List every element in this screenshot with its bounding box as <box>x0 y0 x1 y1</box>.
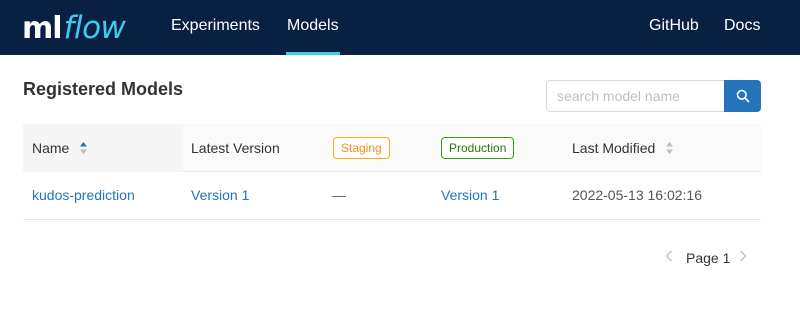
sort-icon[interactable] <box>79 141 88 155</box>
table-header: Name Latest Version Staging Production L… <box>23 124 761 172</box>
page-title: Registered Models <box>23 79 184 99</box>
nav-models-link[interactable]: Models <box>286 0 340 55</box>
nav-docs-link[interactable]: Docs <box>724 0 760 55</box>
production-version-link[interactable]: Version 1 <box>441 172 499 219</box>
last-modified-value: 2022-05-13 16:02:16 <box>572 187 702 203</box>
name-column-header[interactable]: Name <box>32 124 88 172</box>
latest-version-link[interactable]: Version 1 <box>191 172 249 219</box>
previous-page-button[interactable] <box>664 248 674 268</box>
top-navbar: ml flow Experiments Models GitHub Docs <box>0 0 800 55</box>
latest-version-column-header: Latest Version <box>191 140 280 156</box>
chevron-left-icon <box>665 250 672 262</box>
nav-github-link[interactable]: GitHub <box>649 0 699 55</box>
last-modified-header-label: Last Modified <box>572 140 656 156</box>
staging-tag: Staging <box>333 137 390 159</box>
chevron-right-icon <box>740 250 747 262</box>
next-page-button[interactable] <box>738 248 748 268</box>
logo-ml-text: ml <box>22 11 63 46</box>
nav-experiments-link[interactable]: Experiments <box>171 0 260 55</box>
table-row: kudos-prediction Version 1 — Version 1 2… <box>23 172 761 220</box>
registered-models-table: Name Latest Version Staging Production L… <box>23 124 761 220</box>
staging-version-value: — <box>332 187 346 203</box>
sort-icon[interactable] <box>665 141 674 155</box>
logo-flow-text: flow <box>63 10 126 46</box>
name-header-label: Name <box>32 140 70 156</box>
page-indicator: Page 1 <box>686 250 731 266</box>
mlflow-logo[interactable]: ml flow <box>22 8 126 48</box>
production-tag: Production <box>441 137 515 159</box>
model-name-link[interactable]: kudos-prediction <box>32 172 135 219</box>
search-icon <box>736 89 749 103</box>
search-input[interactable] <box>546 80 724 112</box>
last-modified-column-header[interactable]: Last Modified <box>572 124 674 172</box>
search-button[interactable] <box>724 80 761 112</box>
